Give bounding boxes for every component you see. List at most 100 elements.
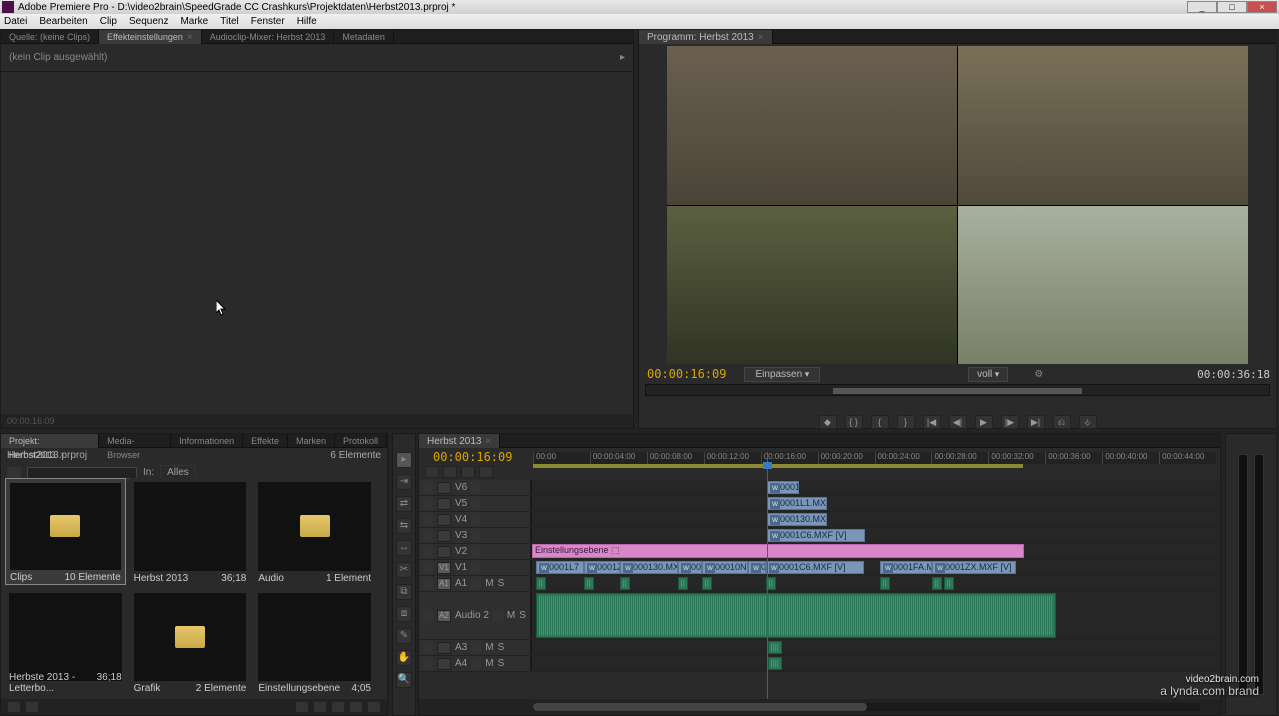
track-header[interactable]: A1A1MS xyxy=(419,576,531,591)
track-content[interactable]: w0001C6.MXF [V] xyxy=(531,528,1220,543)
tab-projekt-herbst-[interactable]: Projekt: Herbst2013× xyxy=(1,434,99,448)
track-header[interactable]: V1V1 xyxy=(419,560,531,575)
maximize-button[interactable]: □ xyxy=(1217,1,1247,13)
clip[interactable]: w0001ZX.MXF [V] xyxy=(932,561,1016,574)
play-button[interactable]: ◀| xyxy=(949,415,967,429)
hand-tool[interactable]: ✋ xyxy=(396,650,412,666)
track-content[interactable] xyxy=(531,656,1220,671)
clip[interactable] xyxy=(620,577,630,590)
clip[interactable] xyxy=(768,657,782,670)
menu-clip[interactable]: Clip xyxy=(100,16,117,27)
track-header[interactable]: A3MS xyxy=(419,640,531,655)
clip[interactable]: w0001C6.MXF [V] xyxy=(766,561,864,574)
tab-informationen[interactable]: Informationen xyxy=(171,434,243,448)
go-in-button[interactable]: { xyxy=(871,415,889,429)
clip[interactable]: w0001L7 xyxy=(536,561,584,574)
clip[interactable] xyxy=(944,577,954,590)
resolution-dropdown[interactable]: voll ▾ xyxy=(968,367,1008,382)
project-search-input[interactable] xyxy=(27,467,137,479)
list-view-button[interactable] xyxy=(7,701,21,713)
timeline-playhead[interactable] xyxy=(767,452,768,699)
track-content[interactable]: w0001L7w0001ZAw000130.MXFw0001w00010Nw00… xyxy=(531,560,1220,575)
auto-sequence-button[interactable] xyxy=(295,701,309,713)
program-timecode[interactable]: 00:00:16:09 xyxy=(647,367,726,381)
timeline-work-area[interactable] xyxy=(533,464,1023,468)
settings-icon[interactable]: ⚙ xyxy=(1034,369,1043,380)
project-item[interactable]: Clips10 Elemente xyxy=(5,478,126,585)
track-header[interactable]: V2 xyxy=(419,544,531,559)
clip[interactable]: w0001FA.MXF xyxy=(880,561,932,574)
slide-tool[interactable]: ⧈ xyxy=(396,606,412,622)
track-header[interactable]: V3 xyxy=(419,528,531,543)
close-button[interactable]: × xyxy=(1247,1,1277,13)
pen-tool[interactable]: ✎ xyxy=(396,628,412,644)
track-content[interactable] xyxy=(531,592,1220,639)
tab-program[interactable]: Programm: Herbst 2013× xyxy=(639,30,773,44)
menu-fenster[interactable]: Fenster xyxy=(251,16,285,27)
project-item[interactable]: Herbste 2013 - Letterbo...36;18 xyxy=(5,589,126,696)
clip[interactable] xyxy=(584,577,594,590)
track-select-tool[interactable]: ⇥ xyxy=(396,474,412,490)
delete-button[interactable] xyxy=(367,701,381,713)
program-time-ruler[interactable] xyxy=(645,384,1270,396)
track-header[interactable]: V4 xyxy=(419,512,531,527)
zoom-tool[interactable]: 🔍 xyxy=(396,672,412,688)
clip[interactable]: w000130.MXF [V] xyxy=(767,513,827,526)
track-content[interactable]: w000130.MXF [V] xyxy=(531,512,1220,527)
tab-protokoll[interactable]: Protokoll xyxy=(335,434,387,448)
slip-tool[interactable]: ⧉ xyxy=(396,584,412,600)
menu-marke[interactable]: Marke xyxy=(180,16,208,27)
tab-quelle-keine-clips-[interactable]: Quelle: (keine Clips) xyxy=(1,30,99,44)
project-item[interactable]: Einstellungsebene4;05 xyxy=(254,589,375,696)
go-next-button[interactable]: |▶ xyxy=(1001,415,1019,429)
menu-titel[interactable]: Titel xyxy=(220,16,239,27)
tab-sequence[interactable]: Herbst 2013× xyxy=(419,434,500,448)
new-item-button[interactable] xyxy=(349,701,363,713)
menu-bearbeiten[interactable]: Bearbeiten xyxy=(39,16,87,27)
clip[interactable]: w0001C6.MXF [V] xyxy=(767,529,865,542)
project-item[interactable]: Herbst 201336;18 xyxy=(130,478,251,585)
tab-media-browser[interactable]: Media-Browser xyxy=(99,434,171,448)
track-header[interactable]: V5 xyxy=(419,496,531,511)
go-out-button[interactable]: } xyxy=(897,415,915,429)
minimize-button[interactable]: _ xyxy=(1187,1,1217,13)
export-frame-button[interactable]: ⎀ xyxy=(1079,415,1097,429)
marker-button[interactable] xyxy=(461,466,475,478)
linked-sel-button[interactable] xyxy=(443,466,457,478)
selection-tool[interactable]: ▸ xyxy=(396,452,412,468)
new-bin-button[interactable] xyxy=(331,701,345,713)
clip[interactable]: w0001L1.MXF [V] xyxy=(767,497,827,510)
clip[interactable] xyxy=(932,577,942,590)
track-content[interactable]: wIntroEinstellungsebene ⬚ xyxy=(531,544,1220,559)
track-content[interactable] xyxy=(531,576,1220,591)
track-content[interactable] xyxy=(531,640,1220,655)
clip[interactable]: w00010N xyxy=(702,561,748,574)
ripple-edit-tool[interactable]: ⇄ xyxy=(396,496,412,512)
menu-hilfe[interactable]: Hilfe xyxy=(297,16,317,27)
tab-marken[interactable]: Marken xyxy=(288,434,335,448)
clip[interactable] xyxy=(768,641,782,654)
clip[interactable] xyxy=(880,577,890,590)
timeline-timecode[interactable]: 00:00:16:09 xyxy=(433,450,512,464)
tab-metadaten[interactable]: Metadaten xyxy=(334,30,394,44)
menu-sequenz[interactable]: Sequenz xyxy=(129,16,168,27)
clip[interactable]: w000130.MXF xyxy=(620,561,678,574)
snap-button[interactable] xyxy=(425,466,439,478)
find-button[interactable] xyxy=(313,701,327,713)
track-header[interactable]: V6 xyxy=(419,480,531,495)
tab-audioclip-mixer-herbst-[interactable]: Audioclip-Mixer: Herbst 2013 xyxy=(202,30,335,44)
razor-tool[interactable]: ✂ xyxy=(396,562,412,578)
mark-in-button[interactable]: ◆ xyxy=(819,415,837,429)
tab-effekteinstellungen[interactable]: Effekteinstellungen× xyxy=(99,30,202,44)
mark-out-button[interactable]: { } xyxy=(845,415,863,429)
tl-settings-button[interactable] xyxy=(479,466,493,478)
project-item[interactable]: Grafik2 Elemente xyxy=(130,589,251,696)
timeline-zoom-bar[interactable] xyxy=(533,703,1200,711)
rolling-edit-tool[interactable]: ⇆ xyxy=(396,518,412,534)
clip[interactable]: w0001L xyxy=(748,561,766,574)
track-content[interactable]: w0001L1.MXF [V] xyxy=(531,496,1220,511)
step-fwd-button[interactable]: ▶ xyxy=(975,415,993,429)
step-back-button[interactable]: |◀ xyxy=(923,415,941,429)
clip[interactable]: w0001ZA xyxy=(584,561,620,574)
clip[interactable]: w0001 xyxy=(678,561,702,574)
